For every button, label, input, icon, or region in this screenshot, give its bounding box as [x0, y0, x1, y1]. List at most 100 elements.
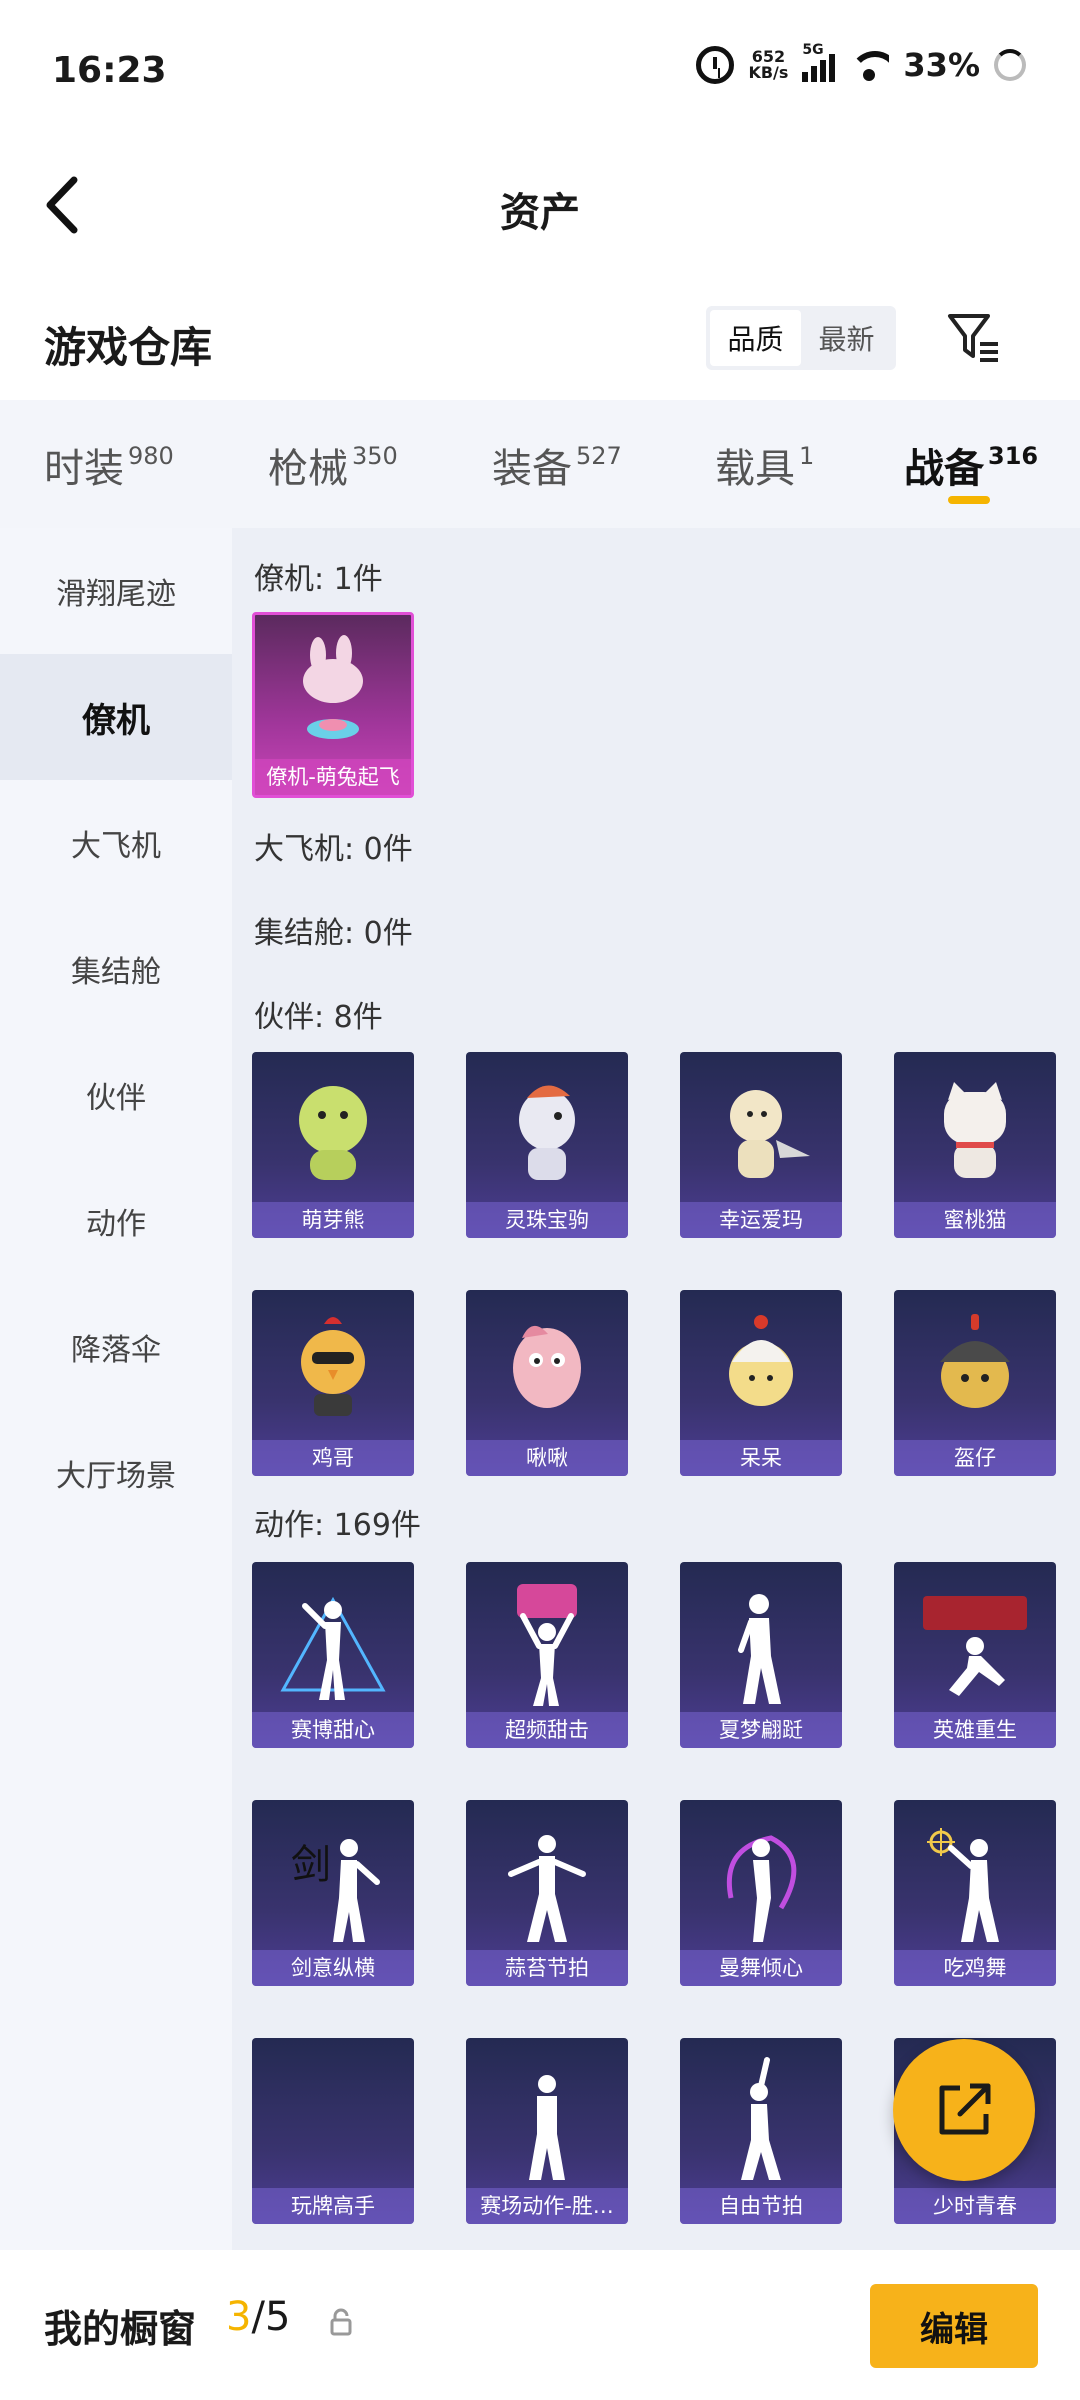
item-card[interactable]: 英雄重生 [894, 1562, 1056, 1748]
pony-icon [519, 1085, 575, 1180]
external-link-icon [939, 2083, 991, 2135]
dancer-icon [280, 1596, 386, 1700]
item-label: 自由节拍 [680, 2188, 842, 2224]
item-card[interactable]: 蜜桃猫 [894, 1052, 1056, 1238]
header: 资产 [0, 140, 1080, 270]
battery-icon [994, 49, 1026, 81]
item-label: 啾啾 [466, 1440, 628, 1476]
item-grid: 僚机: 1件 僚机-萌兔起飞 大飞机: 0件 集结舱: 0件 伙伴: 8件 萌芽… [232, 528, 1080, 2250]
net-speed: 652 KB/s [748, 49, 788, 81]
section-title-wingman: 僚机: 1件 [254, 562, 383, 597]
warehouse-title: 游戏仓库 [44, 323, 213, 372]
item-card[interactable]: 鸡哥 [252, 1290, 414, 1476]
section-title-big-plane: 大飞机: 0件 [254, 832, 413, 867]
showcase-bar: 我的橱窗 3/5 编辑 [0, 2250, 1080, 2400]
sidebar: 滑翔尾迹 僚机 大飞机 集结舱 伙伴 动作 降落伞 大厅场景 [0, 528, 232, 2250]
dancer-icon [726, 1835, 797, 1942]
item-label: 少时青春 [894, 2188, 1056, 2224]
tab-readiness[interactable]: 战备 316 [904, 436, 1038, 494]
svg-text:剑: 剑 [291, 1842, 331, 1888]
item-label: 英雄重生 [894, 1712, 1056, 1748]
lamb-icon [730, 1090, 810, 1178]
dancer-icon [508, 1835, 586, 1942]
tab-vehicles[interactable]: 载具 1 [715, 436, 814, 494]
net-speed-unit: KB/s [748, 63, 789, 82]
item-label: 剑意纵横 [252, 1950, 414, 1986]
sidebar-item-glide-trail[interactable]: 滑翔尾迹 [0, 528, 232, 654]
helmet-chick-icon [940, 1314, 1010, 1408]
item-card[interactable]: 吃鸡舞 [894, 1800, 1056, 1986]
edit-button[interactable]: 编辑 [870, 2284, 1038, 2368]
item-card[interactable]: 盔仔 [894, 1290, 1056, 1476]
item-card[interactable]: 剑 剑意纵横 [252, 1800, 414, 1986]
sidebar-item-capsule[interactable]: 集结舱 [0, 906, 232, 1032]
showcase-count: 3/5 [226, 2294, 291, 2340]
dancer-sign-icon [517, 1584, 577, 1706]
sidebar-item-parachute[interactable]: 降落伞 [0, 1284, 232, 1410]
sidebar-item-big-plane[interactable]: 大飞机 [0, 780, 232, 906]
item-label: 吃鸡舞 [894, 1950, 1056, 1986]
section-title-emote: 动作: 169件 [254, 1508, 421, 1543]
signal-icon: 5G [802, 42, 836, 82]
filter-icon[interactable] [944, 308, 1004, 368]
status-time: 16:23 [52, 50, 167, 91]
section-title-partner: 伙伴: 8件 [254, 1000, 383, 1035]
item-label: 曼舞倾心 [680, 1950, 842, 1986]
sort-toggle: 品质 最新 [706, 306, 896, 370]
item-card[interactable]: 玩牌高手 [252, 2038, 414, 2224]
lock-icon [330, 2308, 352, 2336]
section-title-capsule: 集结舱: 0件 [254, 916, 413, 951]
item-card[interactable]: 曼舞倾心 [680, 1800, 842, 1986]
item-card[interactable]: 超频甜击 [466, 1562, 628, 1748]
item-label: 玩牌高手 [252, 2188, 414, 2224]
tab-equipment[interactable]: 装备 527 [492, 436, 622, 494]
wifi-icon [849, 49, 890, 81]
bird-icon [513, 1325, 581, 1408]
share-button[interactable] [893, 2039, 1035, 2181]
item-label: 夏梦翩跹 [680, 1712, 842, 1748]
item-card[interactable]: 萌芽熊 [252, 1052, 414, 1238]
item-label: 盔仔 [894, 1440, 1056, 1476]
crosshair-dancer-icon [927, 1828, 999, 1942]
sidebar-item-emote[interactable]: 动作 [0, 1158, 232, 1284]
sidebar-item-lobby-scene[interactable]: 大厅场景 [0, 1410, 232, 1536]
tab-fashion[interactable]: 时装 980 [44, 436, 174, 494]
status-icons: 652 KB/s 5G 33% [696, 42, 1026, 84]
tab-guns[interactable]: 枪械 350 [268, 436, 398, 494]
cat-icon [944, 1082, 1006, 1178]
item-card[interactable]: 灵珠宝驹 [466, 1052, 628, 1238]
chicken-icon [301, 1317, 365, 1416]
sort-option-quality[interactable]: 品质 [710, 310, 801, 366]
battery-percent: 33% [903, 46, 980, 84]
network-type: 5G [802, 42, 824, 58]
sidebar-item-wingman[interactable]: 僚机 [0, 654, 232, 780]
page-title: 资产 [500, 190, 580, 236]
item-label: 僚机-萌兔起飞 [255, 759, 411, 795]
item-label: 赛博甜心 [252, 1712, 414, 1748]
item-label: 呆呆 [680, 1440, 842, 1476]
item-card[interactable]: 夏梦翩跹 [680, 1562, 842, 1748]
item-card[interactable]: 幸运爱玛 [680, 1052, 842, 1238]
item-card[interactable]: 啾啾 [466, 1290, 628, 1476]
item-card[interactable]: 赛博甜心 [252, 1562, 414, 1748]
item-label: 赛场动作-胜… [466, 2188, 628, 2224]
item-card[interactable]: 僚机-萌兔起飞 [252, 612, 414, 798]
item-card[interactable]: 蒜苔节拍 [466, 1800, 628, 1986]
item-label: 萌芽熊 [252, 1202, 414, 1238]
status-bar: 16:23 652 KB/s 5G 33% [0, 0, 1080, 140]
bunny-plane-icon [303, 635, 363, 739]
sidebar-item-partner[interactable]: 伙伴 [0, 1032, 232, 1158]
active-tab-indicator [948, 496, 990, 504]
item-card[interactable]: 自由节拍 [680, 2038, 842, 2224]
hero-pose-icon [923, 1596, 1027, 1696]
chick-icon [729, 1315, 793, 1406]
item-label: 超频甜击 [466, 1712, 628, 1748]
sort-option-newest[interactable]: 最新 [801, 310, 892, 366]
item-card[interactable]: 赛场动作-胜… [466, 2038, 628, 2224]
sword-dancer-icon: 剑 [291, 1839, 380, 1942]
showcase-label: 我的橱窗 [44, 2307, 197, 2351]
dancer-icon [738, 1594, 781, 1704]
item-card[interactable]: 呆呆 [680, 1290, 842, 1476]
category-tabs: 时装 980 枪械 350 装备 527 载具 1 战备 316 [0, 400, 1080, 528]
dancer-icon [529, 2075, 565, 2180]
